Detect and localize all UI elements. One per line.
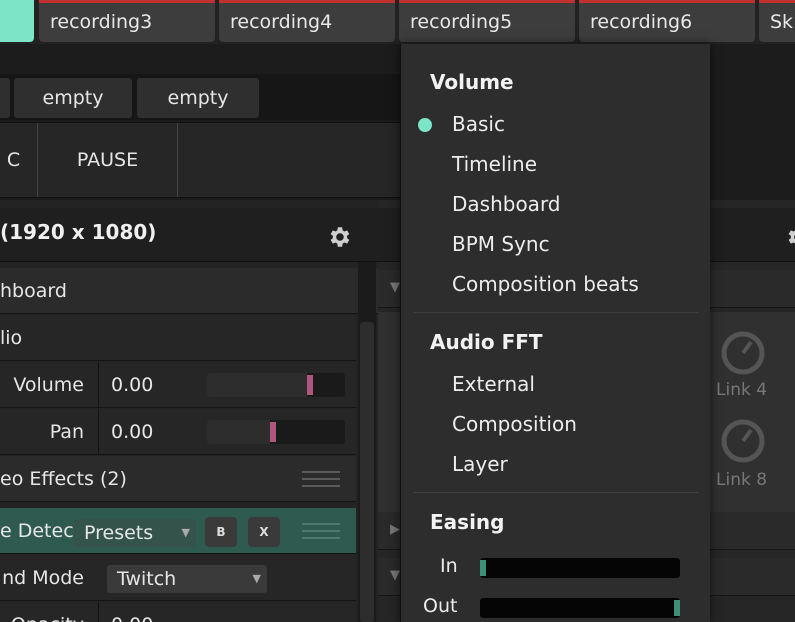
clip-tab-recording3[interactable]: recording3 <box>39 0 215 42</box>
expand-arrow-icon[interactable]: ▶ <box>390 522 400 537</box>
easing-in-thumb[interactable] <box>480 560 486 576</box>
collapse-arrow-icon[interactable]: ▼ <box>390 568 400 583</box>
menu-item-composition-beats[interactable]: Composition beats <box>452 272 639 296</box>
easing-out-thumb[interactable] <box>674 600 680 616</box>
video-effects-label: eo Effects (2) <box>0 468 127 490</box>
composition-panel: (1920 x 1080) hboard lio Volume 0.00 Pan… <box>0 200 378 622</box>
menu-item-dashboard[interactable]: Dashboard <box>452 192 561 216</box>
audio-label: lio <box>0 327 23 349</box>
menu-header-easing: Easing <box>430 510 505 534</box>
video-effects-row[interactable]: eo Effects (2) <box>0 456 356 502</box>
link-8-knob-icon[interactable] <box>718 416 768 466</box>
clip-tab-recording4[interactable]: recording4 <box>219 0 395 42</box>
menu-item-external[interactable]: External <box>452 372 535 396</box>
clip-tab-sk[interactable]: Sk <box>759 0 795 42</box>
pan-slider-thumb[interactable] <box>270 422 276 442</box>
link-4-label: Link 4 <box>716 380 768 400</box>
link-4-knob-icon[interactable] <box>718 328 768 378</box>
transport-bar: C PAUSE <box>0 122 400 198</box>
opacity-row: Opacity 0.00 <box>0 602 356 622</box>
effect-detect-row[interactable]: e Detec Presets ▼ B X <box>0 508 356 554</box>
pan-value[interactable]: 0.00 <box>98 409 198 454</box>
blend-mode-value: Twitch <box>117 568 177 590</box>
menu-header-volume: Volume <box>430 70 514 94</box>
presets-label: Presets <box>84 522 154 544</box>
clip-tab-bar: recording3 recording4 recording5 recordi… <box>0 0 795 44</box>
composition-title: (1920 x 1080) <box>0 220 157 244</box>
chevron-down-icon: ▼ <box>181 526 190 539</box>
selected-dot-icon <box>418 118 432 132</box>
volume-row: Volume 0.00 <box>0 362 356 408</box>
menu-header-audio-fft: Audio FFT <box>430 330 543 354</box>
volume-value[interactable]: 0.00 <box>98 362 198 407</box>
easing-out-slider[interactable] <box>480 598 680 618</box>
clip-tab-recording5[interactable]: recording5 <box>399 0 575 42</box>
pan-row: Pan 0.00 <box>0 409 356 455</box>
easing-out-label: Out <box>423 595 458 617</box>
collapse-arrow-icon[interactable]: ▼ <box>390 280 400 295</box>
clip-slot-empty[interactable]: empty <box>137 78 259 118</box>
clip-slot-row: empty empty <box>0 74 400 120</box>
dashboard-label: hboard <box>0 280 67 302</box>
pause-button[interactable]: PAUSE <box>38 123 178 197</box>
opacity-value[interactable]: 0.00 <box>98 602 198 622</box>
audio-row[interactable]: lio <box>0 315 356 361</box>
blend-mode-row: nd Mode Twitch ▼ <box>0 555 356 601</box>
gear-icon[interactable] <box>326 224 352 250</box>
menu-item-timeline[interactable]: Timeline <box>452 152 537 176</box>
remove-effect-button[interactable]: X <box>248 517 280 547</box>
opacity-label: Opacity <box>0 602 84 622</box>
menu-item-bpm-sync[interactable]: BPM Sync <box>452 232 550 256</box>
effect-detect-label: e Detec <box>0 520 74 542</box>
pan-slider-fill <box>207 420 270 444</box>
scrollbar-thumb[interactable] <box>360 322 374 622</box>
drag-handle-icon[interactable] <box>302 471 340 489</box>
easing-in-slider[interactable] <box>480 558 680 578</box>
volume-slider-fill <box>207 373 307 397</box>
volume-label: Volume <box>13 374 84 396</box>
pan-label: Pan <box>49 421 84 443</box>
link-8-label: Link 8 <box>716 470 768 490</box>
clip-slot-empty[interactable]: empty <box>14 78 132 118</box>
scrollbar[interactable] <box>358 262 376 622</box>
volume-slider[interactable] <box>207 373 345 397</box>
chevron-down-icon: ▼ <box>252 572 261 585</box>
blend-mode-dropdown[interactable]: Twitch ▼ <box>107 565 267 593</box>
menu-item-composition[interactable]: Composition <box>452 412 577 436</box>
menu-divider <box>413 492 699 493</box>
menu-item-basic[interactable]: Basic <box>452 112 505 136</box>
composition-header: (1920 x 1080) <box>0 208 378 262</box>
clip-tab-recording6[interactable]: recording6 <box>579 0 755 42</box>
presets-dropdown[interactable]: Presets ▼ <box>74 519 196 547</box>
menu-divider <box>413 312 699 313</box>
menu-item-layer[interactable]: Layer <box>452 452 508 476</box>
easing-in-label: In <box>440 555 458 577</box>
blend-mode-label: nd Mode <box>2 567 84 589</box>
dashboard-row[interactable]: hboard <box>0 268 378 314</box>
drag-handle-icon[interactable] <box>302 523 340 541</box>
bypass-button[interactable]: B <box>205 517 237 547</box>
gear-icon[interactable] <box>784 224 795 250</box>
volume-slider-thumb[interactable] <box>307 375 313 395</box>
pan-slider[interactable] <box>207 420 345 444</box>
clip-tab-active[interactable] <box>0 0 34 42</box>
parameter-context-menu: Volume Basic Timeline Dashboard BPM Sync… <box>400 44 710 622</box>
transport-button-c[interactable]: C <box>0 123 38 197</box>
clip-slot[interactable] <box>0 78 10 118</box>
